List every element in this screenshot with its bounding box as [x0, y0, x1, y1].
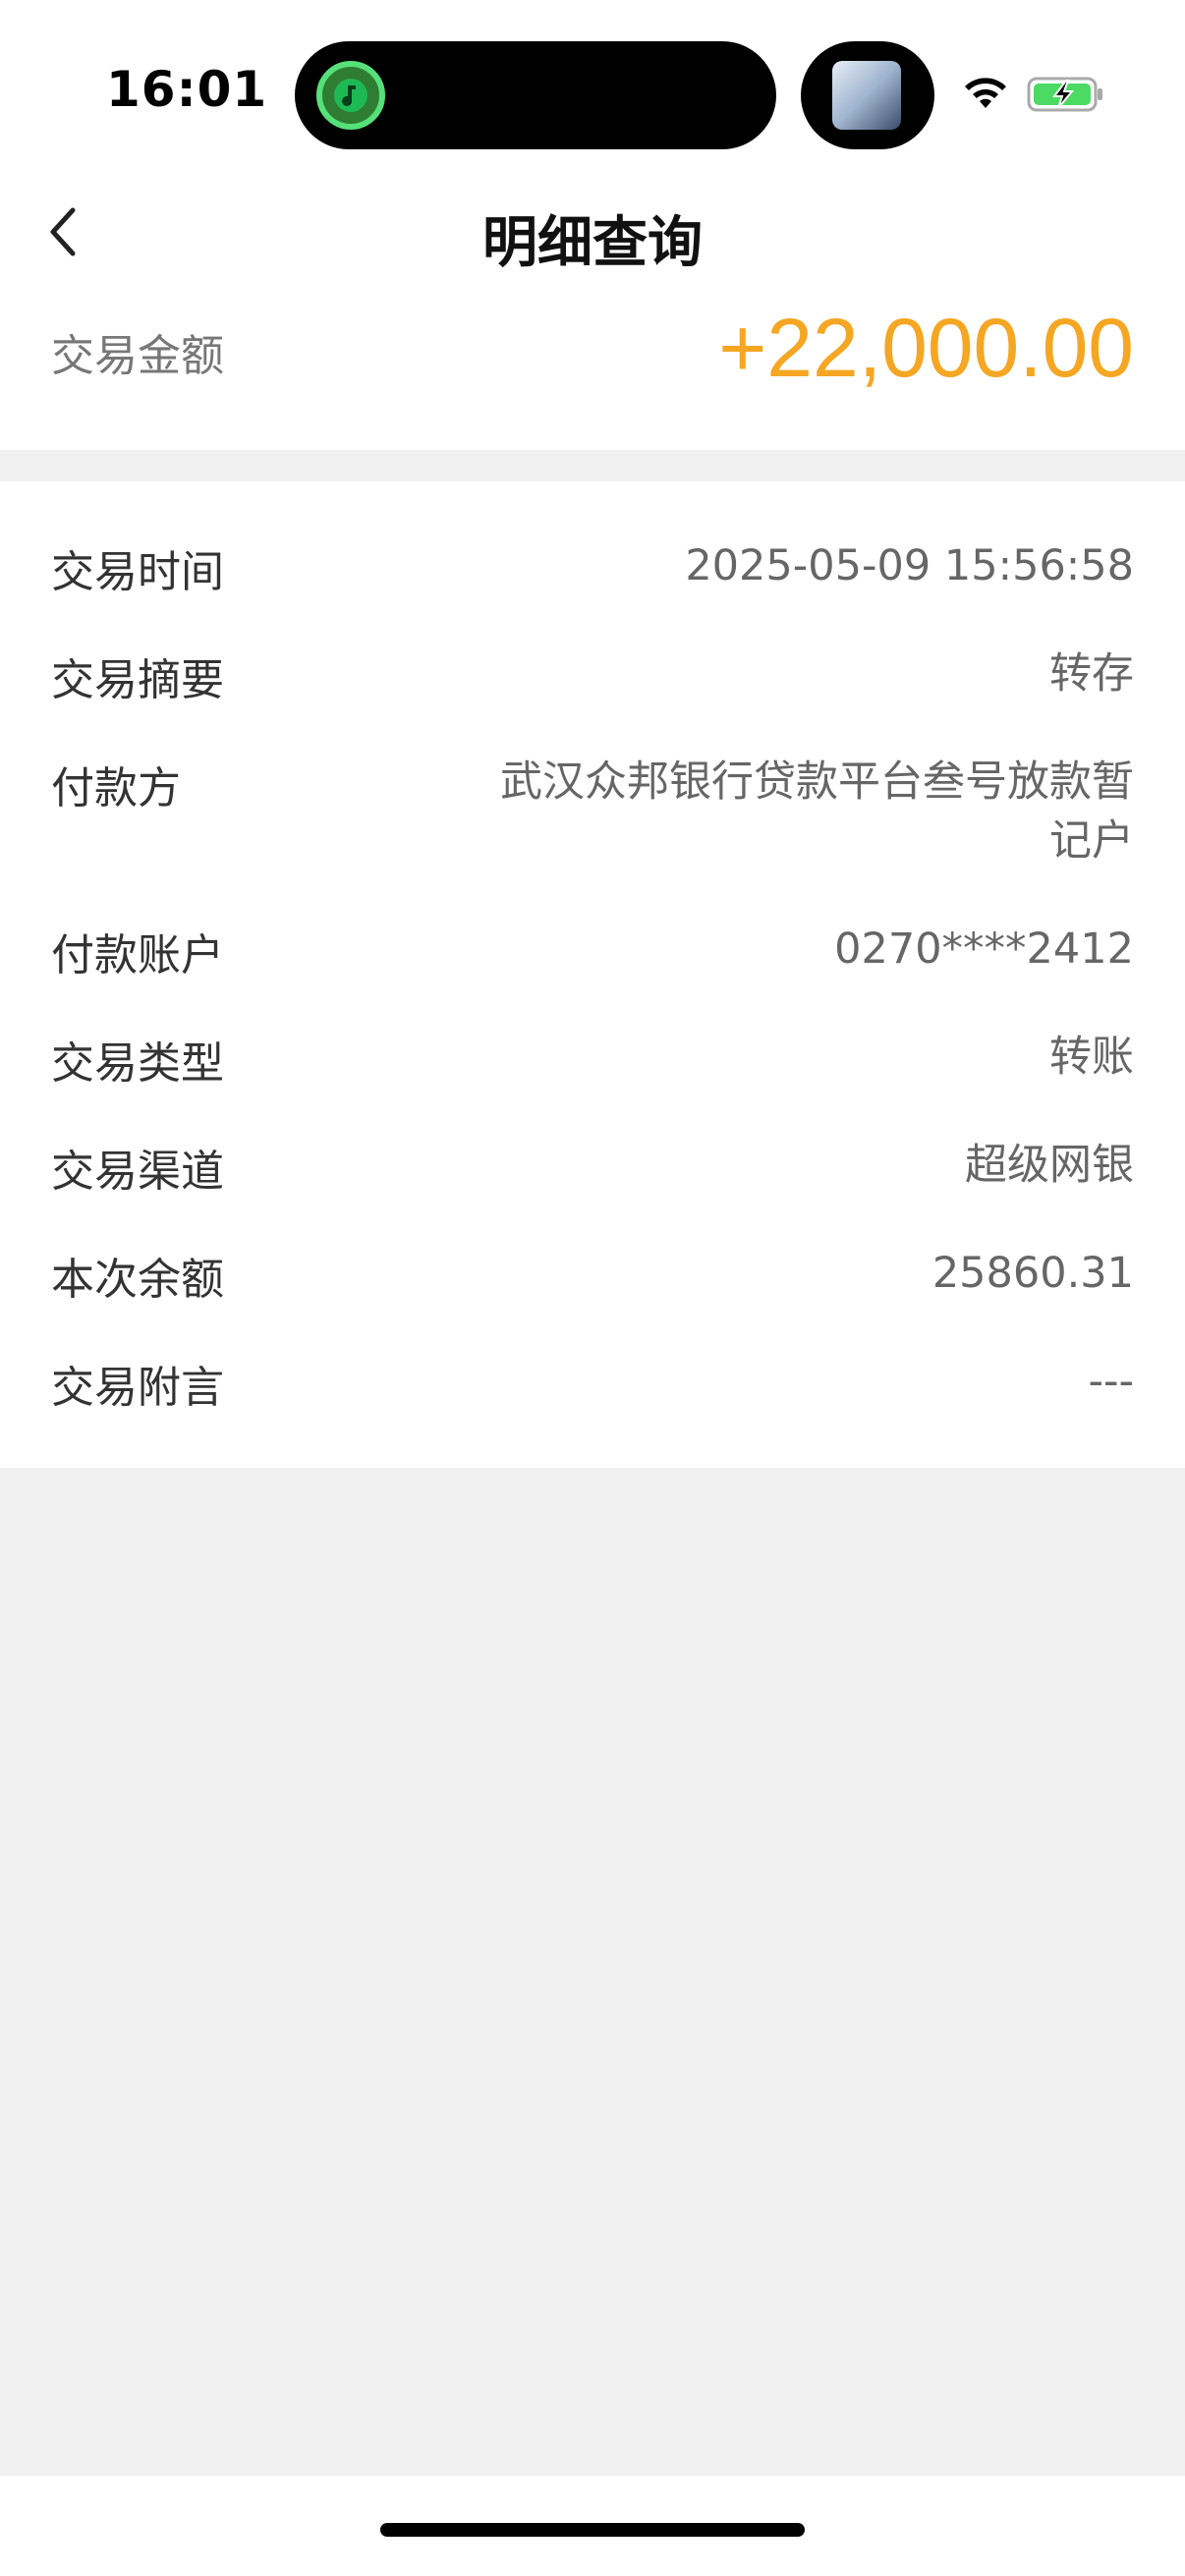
- detail-value: 25860.31: [931, 1249, 1134, 1298]
- amount-value: +22,000.00: [718, 302, 1134, 394]
- status-bar: 16:01: [0, 0, 1185, 177]
- dynamic-island[interactable]: [295, 41, 776, 149]
- navigation-bar: 明细查询: [0, 177, 1185, 285]
- amount-card: 交易金额 +22,000.00: [0, 285, 1185, 450]
- status-time: 16:01: [106, 61, 268, 118]
- bottom-safe-area: [0, 2476, 1185, 2576]
- page-title: 明细查询: [482, 211, 703, 275]
- detail-value: 超级网银: [965, 1141, 1134, 1190]
- wifi-icon: [965, 78, 1006, 108]
- detail-value: 转存: [1049, 649, 1134, 699]
- detail-label: 交易时间: [51, 547, 224, 597]
- detail-label: 交易渠道: [51, 1147, 224, 1197]
- detail-label: 交易摘要: [51, 655, 224, 705]
- detail-label: 付款账户: [51, 930, 224, 980]
- detail-value: 转账: [1049, 1033, 1134, 1082]
- battery-charging-icon: [1027, 77, 1102, 112]
- home-indicator[interactable]: [380, 2523, 805, 2537]
- transaction-details: 交易时间 2025-05-09 15:56:58 交易摘要 转存 付款方 武汉众…: [0, 481, 1185, 1468]
- amount-label: 交易金额: [51, 331, 224, 381]
- live-activity[interactable]: [801, 41, 934, 149]
- detail-value: 2025-05-09 15:56:58: [685, 541, 1134, 590]
- detail-label: 交易附言: [51, 1363, 224, 1413]
- detail-value: ---: [1088, 1357, 1134, 1406]
- detail-value: 0270****2412: [834, 924, 1134, 974]
- album-thumbnail-icon: [832, 61, 901, 130]
- detail-label: 付款方: [51, 763, 181, 813]
- detail-label: 交易类型: [51, 1038, 224, 1089]
- music-app-icon[interactable]: [316, 61, 385, 130]
- detail-value: 武汉众邦银行贷款平台叁号放款暂记户: [500, 757, 1134, 866]
- detail-label: 本次余额: [51, 1255, 224, 1305]
